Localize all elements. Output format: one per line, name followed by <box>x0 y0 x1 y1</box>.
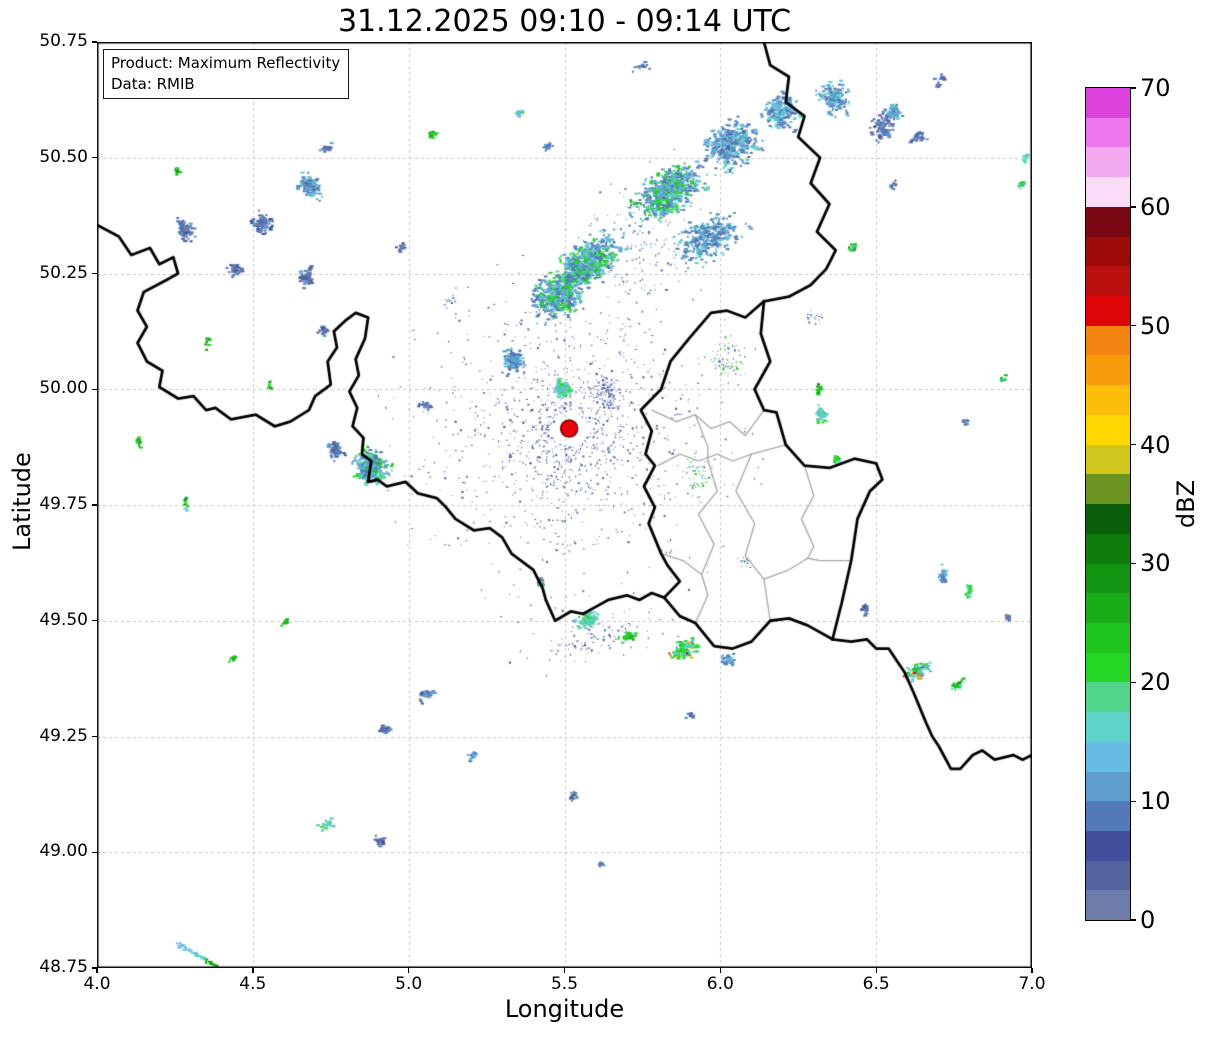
x-tick-mark <box>563 968 566 973</box>
product-info-line: Product: Maximum Reflectivity <box>111 54 341 72</box>
colorbar-tick-mark <box>1130 325 1136 327</box>
colorbar-tick-mark <box>1130 919 1136 921</box>
x-tick-mark <box>96 968 98 973</box>
radar-map-canvas <box>97 42 1032 968</box>
colorbar-label: dBZ <box>1172 479 1200 529</box>
colorbar-tick-mark <box>1130 681 1136 683</box>
colorbar-tick-mark <box>1130 800 1136 802</box>
x-tick-label: 5.0 <box>395 974 423 994</box>
colorbar-segment <box>1086 117 1130 148</box>
colorbar-tick-label: 0 <box>1140 906 1156 934</box>
colorbar-segment <box>1086 504 1130 534</box>
colorbar-segment <box>1086 177 1130 207</box>
colorbar-tick-label: 30 <box>1140 549 1171 578</box>
colorbar-tick-label: 20 <box>1140 668 1171 697</box>
x-axis-label: Longitude <box>504 995 625 1023</box>
colorbar-segment <box>1086 325 1130 356</box>
colorbar-segment <box>1086 147 1130 178</box>
y-tick-mark <box>92 620 97 622</box>
colorbar-tick-label: 40 <box>1140 430 1171 459</box>
colorbar <box>1085 87 1131 921</box>
colorbar-segment <box>1086 88 1130 118</box>
colorbar-segment <box>1086 801 1130 831</box>
colorbar-segment <box>1086 533 1130 564</box>
y-tick-label: 49.25 <box>39 725 88 746</box>
y-tick-label: 50.50 <box>39 146 88 167</box>
colorbar-segment <box>1086 355 1130 386</box>
colorbar-tick-mark <box>1130 443 1136 446</box>
colorbar-tick-mark <box>1130 87 1136 89</box>
y-tick-mark <box>92 967 97 969</box>
colorbar-segment <box>1086 890 1130 921</box>
colorbar-tick-label: 50 <box>1140 311 1171 340</box>
y-tick-label: 49.75 <box>39 494 88 514</box>
y-tick-label: 49.00 <box>39 841 88 862</box>
colorbar-segment <box>1086 296 1130 326</box>
x-tick-label: 6.0 <box>706 974 734 994</box>
radar-figure: 31.12.2025 09:10 - 09:14 UTC Product: Ma… <box>0 0 1219 1040</box>
y-tick-mark <box>92 157 97 159</box>
colorbar-segment <box>1086 474 1130 505</box>
colorbar-segment <box>1086 444 1130 475</box>
y-tick-mark <box>92 388 97 390</box>
y-tick-label: 50.75 <box>39 31 88 51</box>
y-tick-mark <box>92 272 97 275</box>
colorbar-segment <box>1086 385 1130 415</box>
chart-title: 31.12.2025 09:10 - 09:14 UTC <box>337 4 792 39</box>
colorbar-segment <box>1086 741 1130 772</box>
colorbar-segment <box>1086 593 1130 623</box>
colorbar-segment <box>1086 712 1130 742</box>
colorbar-segment <box>1086 682 1130 713</box>
colorbar-segment <box>1086 266 1130 297</box>
colorbar-tick-label: 70 <box>1140 74 1171 102</box>
colorbar-segment <box>1086 563 1130 594</box>
colorbar-segment <box>1086 206 1130 237</box>
colorbar-segment <box>1086 236 1130 267</box>
colorbar-segment <box>1086 830 1130 861</box>
x-tick-mark <box>408 968 410 973</box>
colorbar-segment <box>1086 860 1130 891</box>
x-tick-label: 4.0 <box>83 974 111 994</box>
x-tick-label: 5.5 <box>550 974 579 994</box>
map-plot-area <box>97 42 1032 968</box>
x-tick-mark <box>252 968 254 973</box>
product-info-box: Product: Maximum Reflectivity Data: RMIB <box>103 49 350 100</box>
y-tick-label: 49.50 <box>39 609 88 630</box>
colorbar-tick-mark <box>1130 206 1136 208</box>
y-tick-mark <box>92 41 97 43</box>
colorbar-segment <box>1086 622 1130 653</box>
y-tick-mark <box>92 735 97 738</box>
y-tick-mark <box>92 851 97 853</box>
y-tick-mark <box>92 504 97 506</box>
data-source-line: Data: RMIB <box>111 74 195 93</box>
colorbar-segment <box>1086 771 1130 802</box>
colorbar-tick-label: 10 <box>1140 787 1171 816</box>
y-tick-label: 48.75 <box>39 957 88 977</box>
y-tick-label: 50.00 <box>39 378 88 399</box>
x-tick-mark <box>1031 968 1033 973</box>
x-tick-label: 6.5 <box>862 974 890 994</box>
colorbar-segment <box>1086 414 1130 445</box>
colorbar-tick-label: 60 <box>1140 192 1171 221</box>
colorbar-tick-mark <box>1130 562 1136 565</box>
colorbar-segment <box>1086 652 1130 683</box>
x-tick-label: 4.5 <box>239 974 267 994</box>
x-tick-mark <box>719 968 722 973</box>
y-tick-label: 50.25 <box>39 262 88 283</box>
x-tick-mark <box>875 968 877 973</box>
x-tick-label: 7.0 <box>1018 974 1046 994</box>
